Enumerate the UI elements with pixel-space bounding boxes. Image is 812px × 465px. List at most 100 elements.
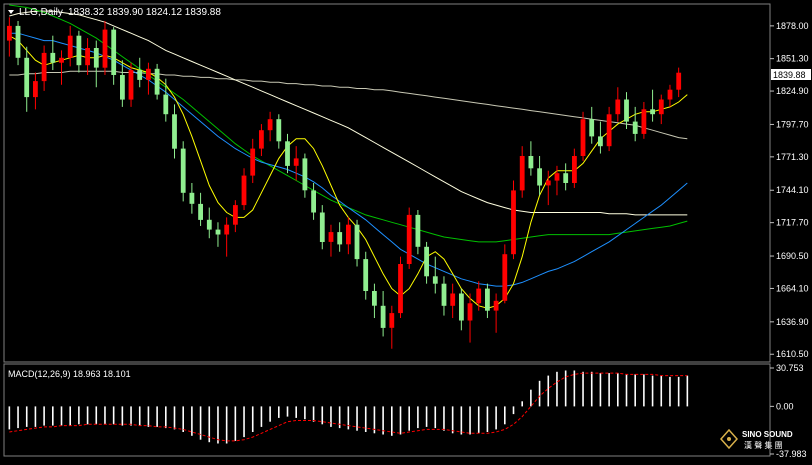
candle xyxy=(615,87,621,122)
candle xyxy=(241,168,247,211)
candle xyxy=(319,205,325,250)
candle-body xyxy=(354,224,360,260)
candle xyxy=(293,146,299,181)
price-tick-label: 1717.70 xyxy=(776,218,809,228)
candle xyxy=(589,106,595,144)
candle-body xyxy=(589,119,595,137)
watermark-sub: 漢 聲 集 團 xyxy=(744,440,783,450)
price-tick-label: 1690.50 xyxy=(776,251,809,261)
candle xyxy=(459,288,464,331)
candle xyxy=(380,291,386,337)
candle-body xyxy=(572,156,577,183)
ma-long-line xyxy=(9,10,688,216)
candle xyxy=(85,38,90,75)
candle-body xyxy=(259,130,264,149)
price-tick-label: 1878.00 xyxy=(776,21,809,31)
candle xyxy=(346,217,351,255)
candle xyxy=(259,124,264,156)
candle-body xyxy=(511,190,516,255)
candle xyxy=(502,244,508,304)
candle-body xyxy=(180,148,186,193)
candle xyxy=(180,141,186,202)
candle-body xyxy=(632,121,638,134)
candle xyxy=(311,183,316,220)
candle-body xyxy=(102,29,108,68)
macd-label: MACD(12,26,9) 18.963 18.101 xyxy=(8,369,131,379)
candle-body xyxy=(415,214,421,247)
candle xyxy=(354,219,360,267)
candle xyxy=(563,163,569,191)
chart-svg: LLG,Daily 1838.32 1839.90 1824.12 1839.8… xyxy=(3,3,811,459)
candle xyxy=(250,138,256,183)
candle xyxy=(667,84,673,107)
candle-body xyxy=(276,119,282,142)
candle-body xyxy=(563,173,569,183)
candle-body xyxy=(302,158,308,191)
candle-body xyxy=(485,288,490,311)
candle-body xyxy=(502,254,508,301)
candle-body xyxy=(111,29,117,76)
candle xyxy=(111,27,117,85)
candle xyxy=(398,256,403,319)
price-tick-label: 1797.70 xyxy=(776,119,809,129)
ma-fast-line xyxy=(9,35,688,309)
candle xyxy=(650,89,655,122)
candle-body xyxy=(146,68,151,80)
dropdown-triangle-icon[interactable] xyxy=(8,10,14,14)
candle xyxy=(137,57,143,88)
chart-window: LLG,Daily 1838.32 1839.90 1824.12 1839.8… xyxy=(0,0,812,460)
candle xyxy=(302,153,308,198)
candle xyxy=(24,46,30,112)
current-price-value: 1839.88 xyxy=(773,70,806,80)
candle-body xyxy=(172,114,177,149)
candle-body xyxy=(389,313,395,328)
macd-tick-label: 30.753 xyxy=(776,363,804,373)
candle-body xyxy=(311,190,316,213)
candle xyxy=(641,101,647,139)
price-tick-label: 1771.30 xyxy=(776,152,809,162)
candle-body xyxy=(554,173,560,181)
candle xyxy=(41,45,47,91)
candle-body xyxy=(120,75,125,100)
candle-body xyxy=(476,288,482,304)
candle-body xyxy=(15,25,21,58)
candle xyxy=(528,141,534,176)
ma-slow-line xyxy=(9,4,688,243)
candle-body xyxy=(67,35,73,58)
candle-body xyxy=(493,300,499,311)
candle xyxy=(206,207,212,239)
candle-body xyxy=(198,203,203,220)
candle-body xyxy=(328,232,334,242)
candle-body xyxy=(615,99,621,115)
candle-body xyxy=(76,35,82,66)
candle xyxy=(15,20,21,66)
candle-body xyxy=(33,81,38,98)
candle-body xyxy=(641,109,647,134)
candle-body xyxy=(128,70,134,100)
candle xyxy=(276,114,282,149)
price-panel-frame xyxy=(3,3,771,363)
candle-body xyxy=(250,148,256,176)
candle-body xyxy=(606,114,612,147)
candle xyxy=(363,251,369,300)
price-tick-label: 1610.50 xyxy=(776,349,809,359)
candle xyxy=(511,180,516,260)
candle xyxy=(215,222,221,247)
candle-body xyxy=(432,276,438,284)
candle-body xyxy=(137,70,143,80)
candle-body xyxy=(459,293,464,321)
candle-body xyxy=(658,99,664,115)
candle-body xyxy=(285,141,290,166)
candle-body xyxy=(241,175,247,206)
candle xyxy=(328,224,334,257)
candle-body xyxy=(545,180,551,186)
candle xyxy=(198,192,203,226)
candle-body xyxy=(215,229,221,235)
price-tick-label: 1851.30 xyxy=(776,54,809,64)
ma-longest-line xyxy=(9,70,688,140)
candle xyxy=(189,183,195,214)
candle-body xyxy=(93,48,99,68)
candle xyxy=(163,78,169,122)
candle xyxy=(233,200,238,233)
candle xyxy=(432,256,438,294)
